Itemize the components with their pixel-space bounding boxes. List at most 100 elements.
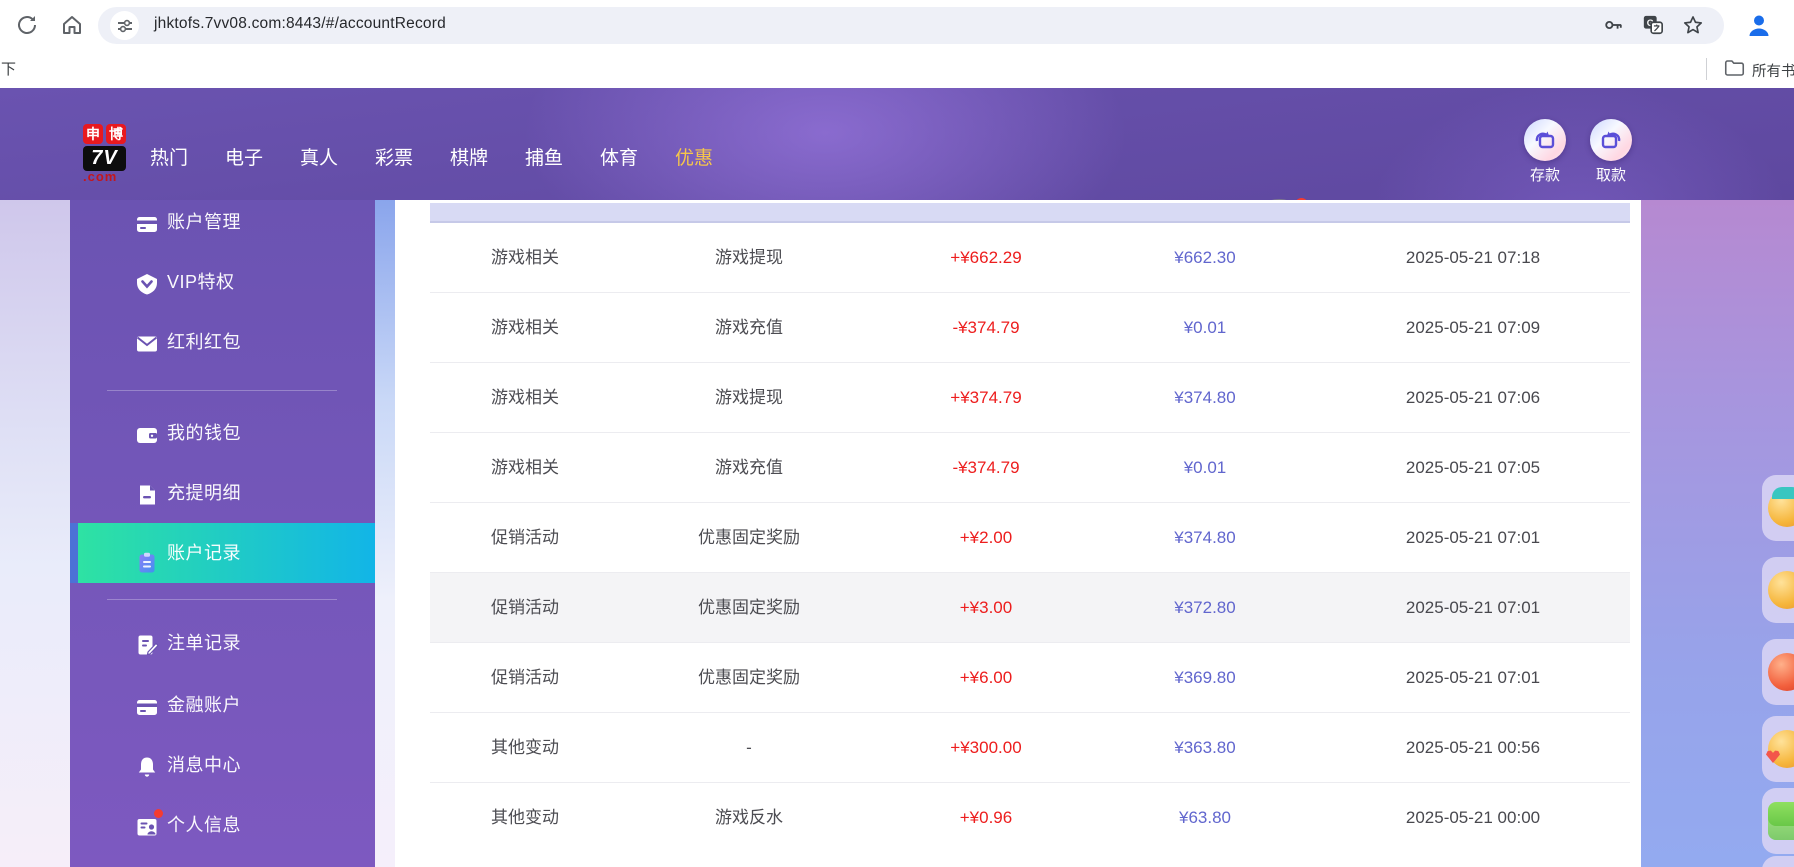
- sign-in-calendar-icon: [1768, 802, 1794, 840]
- deposit-button[interactable]: [1524, 119, 1566, 161]
- sidebar-item-message-center[interactable]: 消息中心: [70, 743, 375, 787]
- cell-type: 其他变动: [430, 783, 620, 852]
- withdraw-label[interactable]: 取款: [1581, 164, 1641, 185]
- cell-type: 游戏相关: [430, 293, 620, 362]
- sign-in-calendar-button[interactable]: [1762, 788, 1794, 854]
- site-info-icon[interactable]: [110, 11, 139, 40]
- cell-name: 优惠固定奖励: [620, 503, 878, 572]
- sidebar-item-my-wallet[interactable]: 我的钱包: [70, 411, 375, 455]
- site-logo[interactable]: 申 博 7V .com: [83, 124, 141, 183]
- cell-amount: +¥3.00: [878, 573, 1094, 642]
- cell-amount: +¥6.00: [878, 643, 1094, 712]
- browser-window: jhktofs.7vv08.com:8443/#/accountRecord G…: [0, 0, 1794, 867]
- cell-amount: +¥2.00: [878, 503, 1094, 572]
- withdraw-button[interactable]: [1590, 119, 1632, 161]
- clipboard-icon: [135, 541, 159, 565]
- cell-balance: ¥0.01: [1094, 433, 1316, 502]
- table-row: 游戏相关 游戏充值 -¥374.79 ¥0.01 2025-05-21 07:0…: [430, 293, 1630, 363]
- cell-name: 游戏提现: [620, 223, 878, 292]
- logo-tile-2: 博: [106, 124, 126, 144]
- cell-name: 优惠固定奖励: [620, 573, 878, 642]
- cell-type: 游戏相关: [430, 363, 620, 432]
- password-key-icon[interactable]: [1602, 14, 1624, 36]
- wallet-icon: [135, 421, 159, 445]
- cell-balance: ¥374.80: [1094, 363, 1316, 432]
- nav-item-chess[interactable]: 棋牌: [450, 143, 488, 170]
- sidebar-item-personal-info[interactable]: 个人信息: [70, 803, 375, 847]
- trophy-icon: [1768, 571, 1794, 609]
- bank-card-icon: [135, 693, 159, 717]
- account-record-panel: 游戏相关 游戏提现 +¥662.29 ¥662.30 2025-05-21 07…: [395, 200, 1641, 867]
- bookmarks-divider: [1706, 58, 1707, 80]
- cell-type: 游戏相关: [430, 433, 620, 502]
- cell-amount: -¥374.79: [878, 293, 1094, 362]
- sidebar-item-bet-record[interactable]: 注单记录: [70, 621, 375, 665]
- logo-suffix: .com: [83, 171, 141, 183]
- browser-toolbar: jhktofs.7vv08.com:8443/#/accountRecord G: [0, 0, 1794, 50]
- cell-name: 优惠固定奖励: [620, 643, 878, 712]
- nav-item-sports[interactable]: 体育: [600, 143, 638, 170]
- badge-dot: [154, 809, 163, 818]
- mascot-heart-button[interactable]: [1762, 716, 1794, 782]
- cell-type: 其他变动: [430, 713, 620, 782]
- cell-amount: +¥0.96: [878, 783, 1094, 852]
- table-row: 游戏相关 游戏提现 +¥662.29 ¥662.30 2025-05-21 07…: [430, 223, 1630, 293]
- deposit-label[interactable]: 存款: [1515, 164, 1575, 185]
- gift-button[interactable]: [1762, 639, 1794, 705]
- cell-name: 游戏充值: [620, 433, 878, 502]
- main-menu: 热门 电子 真人 彩票 棋牌 捕鱼 体育 优惠: [150, 143, 713, 170]
- cell-balance: ¥63.80: [1094, 783, 1316, 852]
- nav-item-fishing[interactable]: 捕鱼: [525, 143, 563, 170]
- reload-icon[interactable]: [15, 13, 39, 37]
- cell-time: 2025-05-21 00:00: [1316, 783, 1630, 852]
- all-bookmarks-label[interactable]: 所有书: [1752, 60, 1794, 81]
- folder-icon[interactable]: [1724, 59, 1745, 82]
- cell-time: 2025-05-21 00:56: [1316, 713, 1630, 782]
- sidebar-item-finance-account[interactable]: 金融账户: [70, 683, 375, 727]
- sidebar-divider: [107, 390, 337, 391]
- nav-item-hot[interactable]: 热门: [150, 143, 188, 170]
- nav-item-promo[interactable]: 优惠: [675, 143, 713, 170]
- url-text[interactable]: jhktofs.7vv08.com:8443/#/accountRecord: [154, 15, 446, 33]
- customer-service-button[interactable]: [1762, 475, 1794, 541]
- cell-balance: ¥374.80: [1094, 503, 1316, 572]
- table-row: 促销活动 优惠固定奖励 +¥2.00 ¥374.80 2025-05-21 07…: [430, 503, 1630, 573]
- bookmark-star-icon[interactable]: [1682, 14, 1704, 36]
- sidebar-item-account-manage[interactable]: 账户管理: [70, 200, 375, 244]
- sidebar-divider: [107, 599, 337, 600]
- cell-time: 2025-05-21 07:18: [1316, 223, 1630, 292]
- home-icon[interactable]: [60, 13, 84, 37]
- document-pen-icon: [135, 631, 159, 655]
- cell-type: 游戏相关: [430, 223, 620, 292]
- bank-card-icon: [135, 210, 159, 234]
- trophy-button[interactable]: [1762, 557, 1794, 623]
- customer-service-icon: [1768, 489, 1794, 527]
- logo-tile-1: 申: [83, 124, 103, 144]
- url-bar[interactable]: jhktofs.7vv08.com:8443/#/accountRecord G: [98, 7, 1724, 44]
- cell-balance: ¥369.80: [1094, 643, 1316, 712]
- nav-item-slots[interactable]: 电子: [225, 143, 263, 170]
- translate-icon[interactable]: G: [1642, 14, 1664, 36]
- mascot-heart-icon: [1768, 730, 1794, 768]
- logo-main: 7V: [83, 146, 126, 171]
- cell-balance: ¥372.80: [1094, 573, 1316, 642]
- cell-amount: +¥374.79: [878, 363, 1094, 432]
- sidebar-item-bonus-redpacket[interactable]: 红利红包: [70, 320, 375, 364]
- page-background-left: [0, 200, 70, 867]
- browser-profile-icon[interactable]: [1744, 10, 1774, 40]
- nav-item-lottery[interactable]: 彩票: [375, 143, 413, 170]
- page-background-band: [375, 200, 395, 867]
- sidebar-item-vip-privilege[interactable]: VIP特权: [70, 260, 375, 304]
- cell-time: 2025-05-21 07:01: [1316, 503, 1630, 572]
- table-row: 促销活动 优惠固定奖励 +¥6.00 ¥369.80 2025-05-21 07…: [430, 643, 1630, 713]
- sidebar-item-account-record[interactable]: 账户记录: [70, 523, 375, 583]
- document-icon: [135, 481, 159, 505]
- cell-time: 2025-05-21 07:01: [1316, 643, 1630, 712]
- table-row: 促销活动 优惠固定奖励 +¥3.00 ¥372.80 2025-05-21 07…: [430, 573, 1630, 643]
- table-row: 游戏相关 游戏充值 -¥374.79 ¥0.01 2025-05-21 07:0…: [430, 433, 1630, 503]
- bookmark-item-partial[interactable]: 下: [1, 58, 16, 79]
- cell-name: -: [620, 713, 878, 782]
- cell-amount: +¥662.29: [878, 223, 1094, 292]
- sidebar-item-deposit-detail[interactable]: 充提明细: [70, 471, 375, 515]
- nav-item-live[interactable]: 真人: [300, 143, 338, 170]
